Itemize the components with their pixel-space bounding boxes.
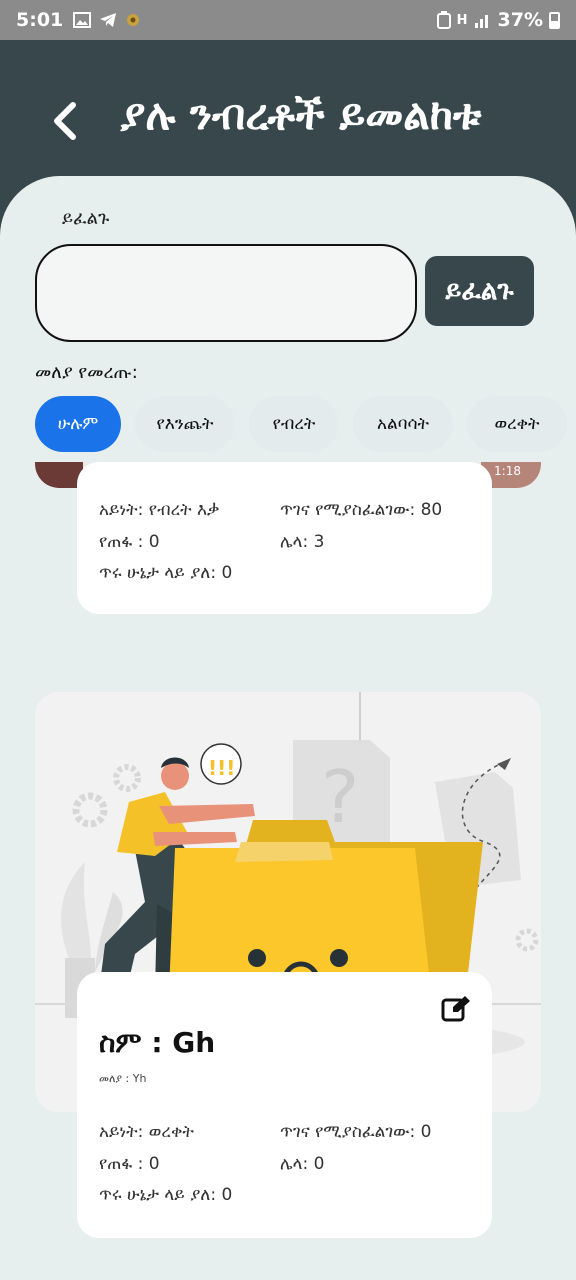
status-notification-icons <box>73 12 141 28</box>
asset-name: ስም : Gh <box>99 1026 216 1059</box>
edit-button[interactable] <box>440 992 472 1024</box>
asset-other: ሌላ: 3 <box>280 532 325 552</box>
network-type: H <box>456 12 468 28</box>
lock-battery-saver-icon <box>436 11 451 29</box>
signal-icon <box>474 15 488 28</box>
asset-needs-repair: ጥገና የሚያስፈልገው: 0 <box>280 1122 432 1142</box>
chip-all[interactable]: ሁሉም <box>35 396 121 452</box>
telegram-icon <box>100 13 117 27</box>
asset-id: መለያ : Yh <box>99 1072 147 1085</box>
asset-good-condition: ጥሩ ሁኔታ ላይ ያለ: 0 <box>99 563 233 583</box>
asset-card[interactable]: ስም : Gh መለያ : Yh አይነት: ወረቀት ጥገና የሚያስፈልገው… <box>77 972 492 1238</box>
alert-mark: !!! <box>208 756 235 780</box>
asset-type: አይነት: የብረት እቃ <box>99 500 220 520</box>
image-timestamp: 1:18 <box>494 464 521 478</box>
filter-label: መለያ የመረጡ: <box>35 362 138 383</box>
search-button[interactable]: ይፈልጉ <box>425 256 534 326</box>
battery-percent: 37% <box>497 9 543 31</box>
edit-icon <box>441 996 470 1022</box>
battery-icon <box>549 11 560 29</box>
chip-wood[interactable]: የእንጨት <box>135 396 235 452</box>
asset-list[interactable]: 1:18 አይነት: የብረት እቃ ጥገና የሚያስፈልገው: 80 የጠፋ … <box>0 462 576 1280</box>
app-header: ያሉ ንብረቶች ይመልከቱ <box>0 40 576 190</box>
asset-type: አይነት: ወረቀት <box>99 1122 194 1142</box>
asset-missing: የጠፋ : 0 <box>99 532 160 552</box>
asset-other: ሌላ: 0 <box>280 1154 325 1174</box>
status-right: H 37% <box>436 9 560 31</box>
asset-card[interactable]: አይነት: የብረት እቃ ጥገና የሚያስፈልገው: 80 የጠፋ : 0 ሌ… <box>77 462 492 614</box>
back-arrow-icon <box>54 102 76 140</box>
status-time: 5:01 <box>16 9 64 31</box>
asset-missing: የጠፋ : 0 <box>99 1154 160 1174</box>
asset-good-condition: ጥሩ ሁኔታ ላይ ያለ: 0 <box>99 1185 233 1205</box>
page-title: ያሉ ንብረቶች ይመልከቱ <box>120 90 482 139</box>
search-input[interactable] <box>35 244 417 342</box>
chip-clothing[interactable]: አልባሳት <box>353 396 453 452</box>
chip-metal[interactable]: የብረት <box>249 396 339 452</box>
app-notification-icon <box>127 14 140 26</box>
search-label: ይፈልጉ <box>62 208 110 229</box>
status-bar: 5:01 H 37% <box>0 0 576 40</box>
asset-needs-repair: ጥገና የሚያስፈልገው: 80 <box>280 500 443 520</box>
gallery-icon <box>73 12 92 28</box>
chip-paper[interactable]: ወረቀት <box>467 396 567 452</box>
category-chips: ሁሉም የእንጨት የብረት አልባሳት ወረቀት <box>35 396 576 452</box>
back-button[interactable] <box>44 96 84 146</box>
